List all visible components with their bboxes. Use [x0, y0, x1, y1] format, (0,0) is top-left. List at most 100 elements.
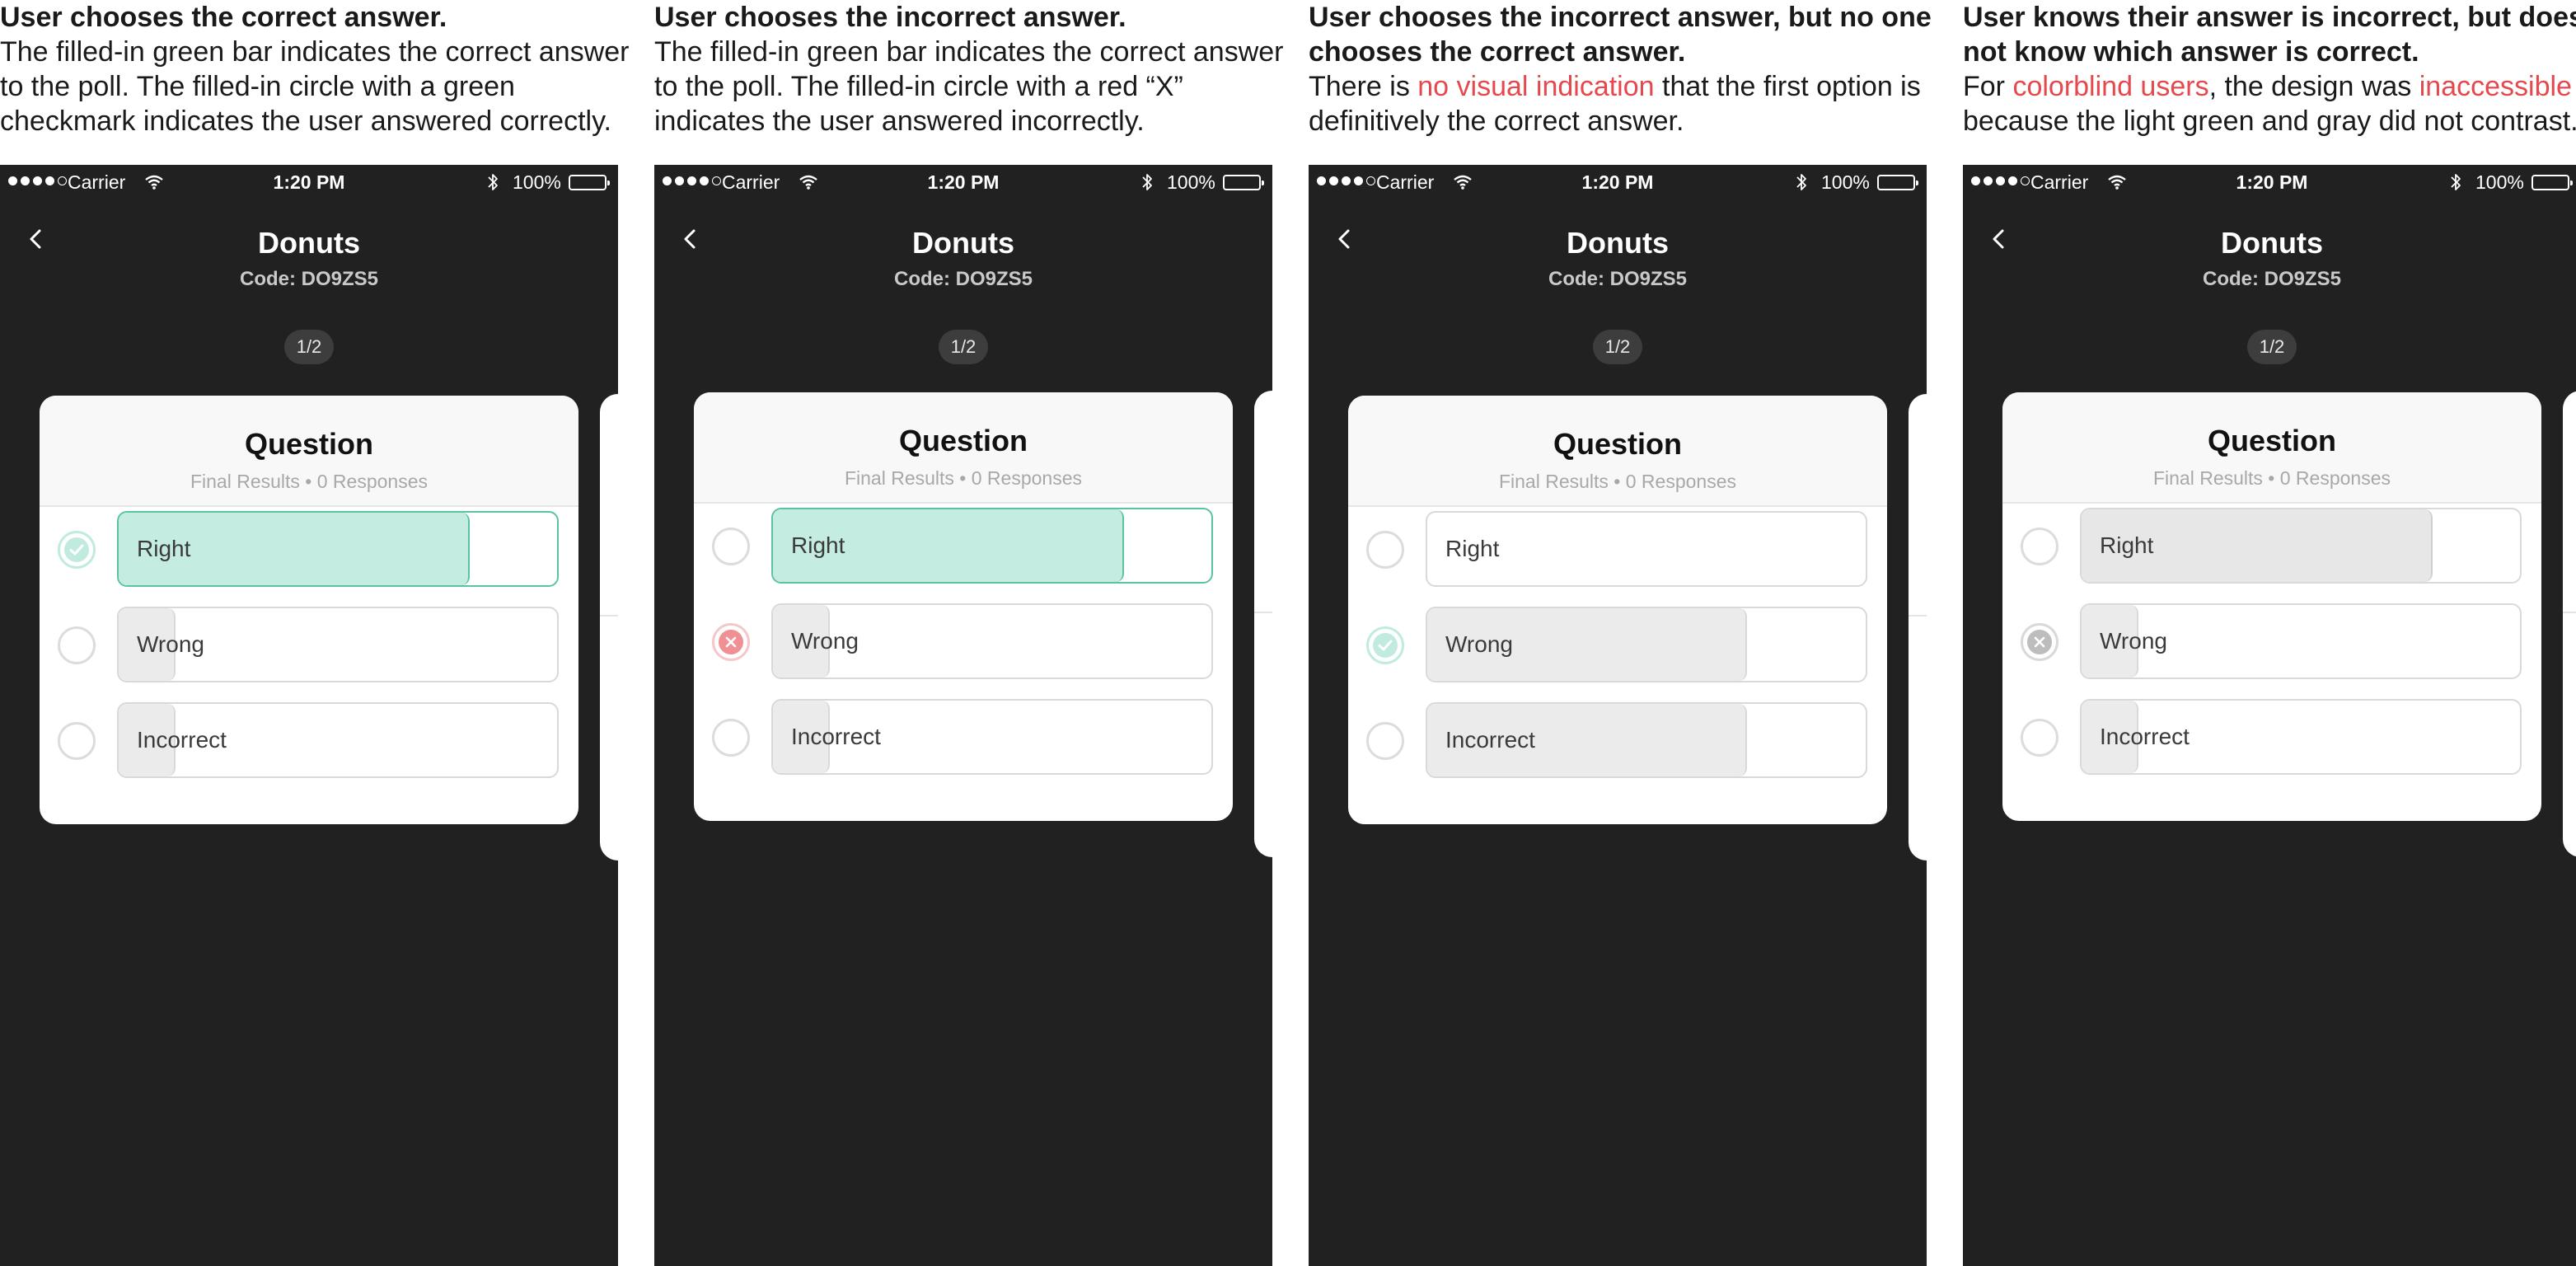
battery-icon [1877, 175, 1918, 190]
question-card: Question Final Results • 0 Responses Right… [694, 392, 1233, 821]
card-header: Question Final Results • 0 Responses [1348, 396, 1887, 507]
answer-option[interactable]: Right [40, 509, 578, 588]
poll-code: Code: DO9ZS5 [893, 268, 1033, 290]
poll-title: Donuts [1567, 226, 1669, 260]
panel-caption: User chooses the correct answer. The fill… [0, 0, 643, 138]
result-bar[interactable]: Right [1426, 511, 1867, 587]
result-bar[interactable]: Wrong [2080, 603, 2522, 679]
answer-radio[interactable] [712, 528, 750, 565]
answer-option[interactable]: Wrong [1348, 605, 1887, 684]
answer-option[interactable]: Wrong [2002, 602, 2541, 681]
panel-1: User chooses the correct answer. The fill… [0, 0, 630, 1266]
answer-label: Right [1445, 536, 1500, 561]
answer-label: Incorrect [1445, 727, 1535, 753]
poll-title: Donuts [258, 226, 360, 260]
result-bar[interactable]: Incorrect [771, 699, 1213, 775]
answer-radio[interactable] [58, 626, 96, 664]
peek-divider [2563, 612, 2576, 613]
question-title: Question [898, 424, 1028, 457]
answer-label: Wrong [137, 631, 204, 657]
page-indicator[interactable]: 1/2 [2247, 330, 2297, 364]
answer-option[interactable]: Right [2002, 506, 2541, 585]
answer-radio[interactable] [2021, 623, 2058, 661]
peek-divider [600, 615, 618, 617]
caption-title: User knows their answer is incorrect, bu… [1963, 2, 2576, 68]
status-bar: Carrier 1:20 PM 100% [0, 165, 618, 203]
page-indicator[interactable]: 1/2 [284, 330, 334, 364]
page-indicator[interactable]: 1/2 [1593, 330, 1642, 364]
peek-divider [1254, 612, 1272, 613]
answer-radio[interactable] [1366, 722, 1404, 760]
phone-screen: Carrier 1:20 PM 100% Donuts Code: DO9ZS5 1/2 Q… [0, 165, 618, 1266]
caption-highlight: no visual indication [1417, 71, 1655, 102]
question-title: Question [2207, 424, 2336, 457]
answer-option[interactable]: Incorrect [2002, 697, 2541, 776]
answer-label: Incorrect [791, 724, 881, 749]
caption-body: The filled-in green bar indicates the co… [0, 36, 630, 137]
answer-radio[interactable] [58, 531, 96, 569]
battery-percent: 100% [2475, 171, 2524, 193]
panel-4: User knows their answer is incorrect, bu… [1963, 0, 2576, 1266]
result-bar[interactable]: Right [2080, 508, 2522, 584]
panel-caption: User chooses the incorrect answer. The fi… [654, 0, 1297, 138]
answer-label: Right [791, 532, 845, 558]
result-bar[interactable]: Right [117, 511, 559, 587]
poll-title: Donuts [912, 226, 1014, 260]
caption-text: The filled-in green bar indicates the co… [0, 36, 630, 137]
next-card-peek[interactable] [1909, 394, 1927, 860]
caption-text: There is [1309, 71, 1418, 102]
answer-option[interactable]: Wrong [40, 605, 578, 684]
bluetooth-icon [1141, 171, 1153, 198]
results-summary: Final Results • 0 Responses [190, 471, 429, 492]
answer-option[interactable]: Wrong [694, 602, 1233, 681]
results-summary: Final Results • 0 Responses [844, 467, 1083, 489]
card-header: Question Final Results • 0 Responses [694, 392, 1233, 504]
question-card: Question Final Results • 0 Responses Right… [2002, 392, 2541, 821]
answer-option[interactable]: Incorrect [1348, 701, 1887, 780]
caption-body: The filled-in green bar indicates the co… [654, 36, 1284, 137]
answer-radio[interactable] [712, 623, 750, 661]
answer-radio[interactable] [2021, 719, 2058, 757]
result-bar[interactable]: Incorrect [1426, 702, 1867, 778]
answer-option[interactable]: Incorrect [40, 701, 578, 780]
results-summary: Final Results • 0 Responses [2152, 467, 2391, 489]
panel-caption: User knows their answer is incorrect, bu… [1963, 0, 2576, 138]
answer-radio[interactable] [1366, 531, 1404, 569]
phone-screen: Carrier 1:20 PM 100% Donuts Code: DO9ZS5 1/2 Q… [1963, 165, 2576, 1266]
next-card-peek[interactable] [600, 394, 618, 860]
result-bar[interactable]: Incorrect [117, 702, 559, 778]
answer-label: Right [2100, 532, 2154, 558]
question-card: Question Final Results • 0 Responses Right… [40, 396, 578, 824]
caption-text: , the design was [2208, 71, 2419, 102]
status-bar: Carrier 1:20 PM 100% [654, 165, 1272, 203]
result-bar[interactable]: Right [771, 508, 1213, 584]
answer-radio[interactable] [712, 719, 750, 757]
phone-screen: Carrier 1:20 PM 100% Donuts Code: DO9ZS5 1/2 Q… [1309, 165, 1927, 1266]
result-bar[interactable]: Wrong [117, 607, 559, 682]
panel-3: User chooses the incorrect answer, but n… [1309, 0, 1932, 1266]
answer-option[interactable]: Right [694, 506, 1233, 585]
answer-label: Incorrect [2100, 724, 2190, 749]
answer-option[interactable]: Incorrect [694, 697, 1233, 776]
caption-body: For colorblind users, the design was ina… [1963, 71, 2576, 137]
bluetooth-icon [1796, 171, 1807, 198]
result-bar[interactable]: Incorrect [2080, 699, 2522, 775]
answer-radio[interactable] [2021, 528, 2058, 565]
answer-label: Incorrect [137, 727, 227, 753]
answer-label: Wrong [2100, 628, 2167, 654]
poll-code: Code: DO9ZS5 [2202, 268, 2342, 290]
caption-text: For [1963, 71, 2013, 102]
answer-option[interactable]: Right [1348, 509, 1887, 588]
next-card-peek[interactable] [1254, 391, 1272, 857]
answer-radio[interactable] [1366, 626, 1404, 664]
battery-percent: 100% [1821, 171, 1870, 193]
result-bar[interactable]: Wrong [771, 603, 1213, 679]
result-bar[interactable]: Wrong [1426, 607, 1867, 682]
answer-radio[interactable] [58, 722, 96, 760]
page-indicator[interactable]: 1/2 [939, 330, 988, 364]
phone-screen: Carrier 1:20 PM 100% Donuts Code: DO9ZS5 1/2 Q… [654, 165, 1272, 1266]
next-card-peek[interactable] [2563, 391, 2576, 857]
bluetooth-icon [2450, 171, 2461, 198]
poll-code: Code: DO9ZS5 [1548, 268, 1688, 290]
question-card: Question Final Results • 0 Responses Right… [1348, 396, 1887, 824]
